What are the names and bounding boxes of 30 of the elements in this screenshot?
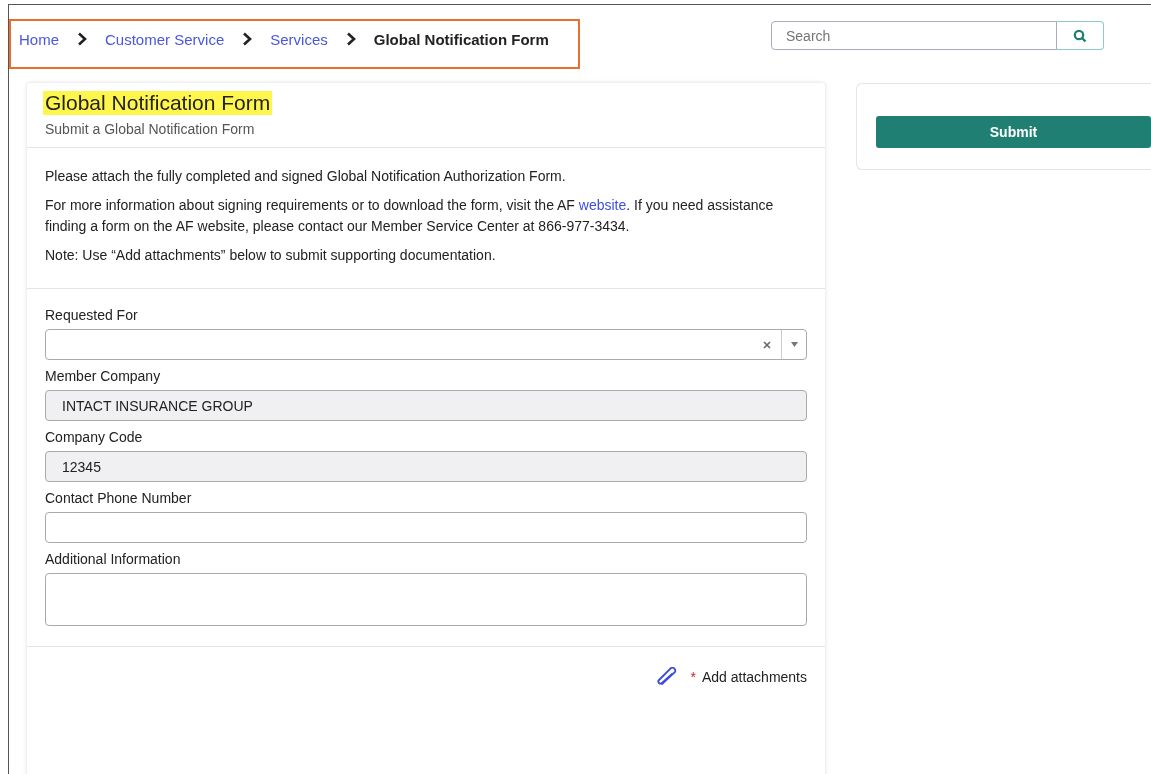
- select-field[interactable]: [45, 329, 807, 360]
- field-label: Company Code: [45, 429, 144, 445]
- chevron-icon: [77, 32, 87, 46]
- clear-icon: [763, 340, 771, 349]
- chevron-icon: [345, 32, 356, 46]
- submit-button[interactable]: Submit: [876, 116, 1151, 148]
- readonly-field: 12345: [45, 451, 807, 482]
- chevron-icon: [242, 32, 253, 46]
- website-link[interactable]: website: [578, 197, 627, 213]
- breadcrumb-link[interactable]: Home: [19, 30, 59, 48]
- field-label: Contact Phone Number: [45, 490, 193, 506]
- search-field[interactable]: Search: [771, 21, 1057, 50]
- phone-field[interactable]: [45, 512, 807, 543]
- field-label: Additional Information: [45, 551, 182, 567]
- breadcrumb-link[interactable]: Customer Service: [105, 30, 225, 48]
- add-attachments-link[interactable]: * Add attachments: [656, 667, 807, 687]
- form-title: Global Notification Form: [43, 91, 273, 115]
- caret-icon: [791, 342, 798, 347]
- search-icon: [1073, 28, 1087, 43]
- instruction-text: Note: Use “Add attachments” below to submit supporting documentation.: [45, 246, 497, 265]
- field-label: Member Company: [45, 368, 162, 384]
- instruction-text: For more information about signing requirements or to download the form, visit the AF website. If you need assistance finding a form on the AF website, please contact our Member Service Center at 866-977-3434.: [45, 196, 775, 236]
- instruction-text: Please attach the fully completed and signed Global Notification Authorization Form.: [45, 167, 567, 186]
- form-subtitle: Submit a Global Notification Form: [45, 121, 256, 137]
- search-button[interactable]: [1057, 21, 1104, 50]
- readonly-field: INTACT INSURANCE GROUP: [45, 390, 807, 421]
- field-label: Requested For: [45, 307, 139, 323]
- breadcrumb-link[interactable]: Services: [270, 30, 328, 48]
- text-area[interactable]: [45, 573, 807, 626]
- current-breadcrumb[interactable]: Global Notification Form: [373, 30, 549, 48]
